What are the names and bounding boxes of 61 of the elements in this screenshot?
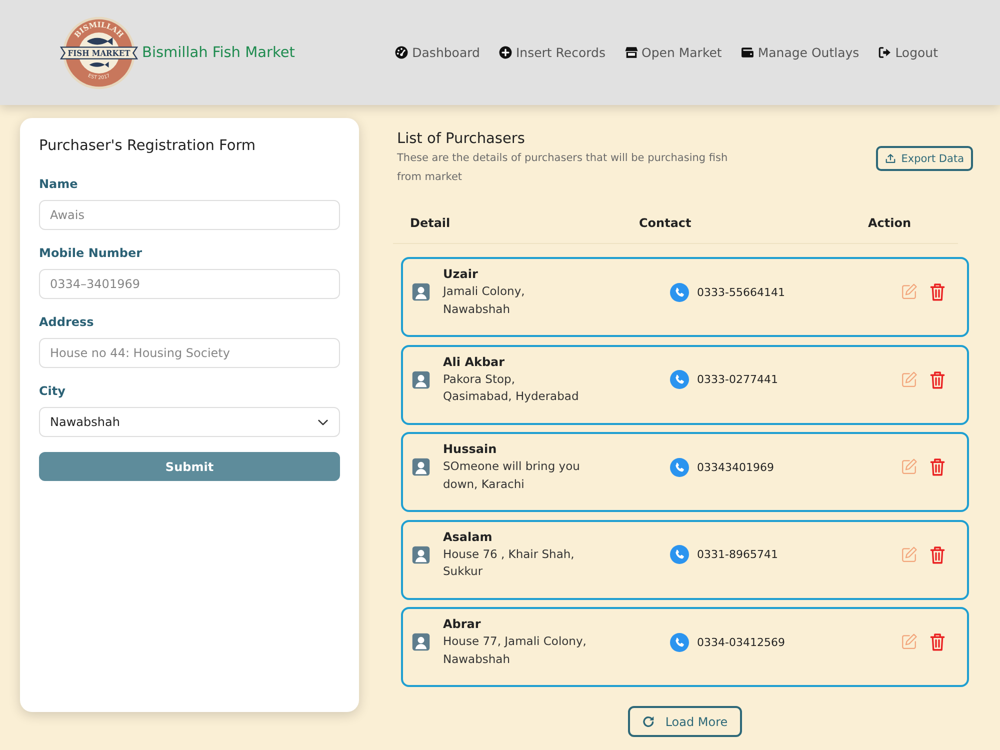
- trash-icon[interactable]: [930, 370, 945, 388]
- trash-icon[interactable]: [930, 546, 945, 564]
- upload-icon: [885, 153, 896, 164]
- purchaser-address: House 77, Jamali Colony, Nawabshah: [443, 633, 587, 668]
- trash-icon[interactable]: [930, 283, 945, 301]
- load-more-button[interactable]: Load More: [628, 706, 742, 737]
- store-icon: [624, 46, 638, 59]
- user-icon: [412, 546, 430, 564]
- purchaser-name: Uzair: [443, 266, 478, 283]
- phone-icon: [670, 545, 689, 564]
- user-icon: [412, 370, 430, 388]
- chevron-down-icon: [318, 418, 328, 426]
- purchaser-name: Abrar: [443, 616, 481, 633]
- phone-icon: [670, 282, 689, 302]
- phone-number: 0331-8965741: [697, 548, 778, 561]
- field-label: Mobile Number: [39, 245, 142, 261]
- purchaser-address: Pakora Stop, Qasimabad, Hyderabad: [443, 370, 580, 405]
- dropdown-field[interactable]: Nawabshah: [39, 407, 340, 437]
- column-header: Contact: [639, 216, 692, 230]
- input-field[interactable]: Awais: [39, 200, 340, 230]
- brand-name: Bismillah Fish Market: [142, 44, 295, 60]
- column-header: Detail: [410, 216, 450, 230]
- field-label: Name: [39, 176, 78, 192]
- export-data-button[interactable]: Export Data: [876, 146, 973, 171]
- field-label: City: [39, 383, 66, 399]
- phone-icon: [670, 458, 689, 476]
- list-subtitle: These are the details of purchasers that will be purchasing fish from market: [397, 151, 729, 185]
- phone-icon: [670, 370, 689, 389]
- phone-number: 0333-0277441: [697, 373, 778, 386]
- refresh-icon: [642, 715, 656, 728]
- user-icon: [412, 633, 430, 651]
- trash-icon[interactable]: [930, 458, 945, 476]
- gauge-icon: [395, 46, 408, 59]
- purchaser-name: Ali Akbar: [443, 354, 505, 370]
- wallet-icon: [740, 46, 754, 59]
- nav-link[interactable]: Dashboard: [395, 45, 480, 60]
- nav-link[interactable]: Logout: [878, 45, 938, 60]
- field-label: Address: [39, 314, 94, 330]
- phone-icon: [670, 632, 689, 652]
- user-icon: [412, 458, 430, 476]
- logout-icon: [878, 46, 892, 59]
- nav-link[interactable]: Open Market: [624, 45, 722, 60]
- user-icon: [412, 283, 430, 301]
- purchaser-address: House 76 , Khair Shah, Sukkur: [443, 546, 576, 580]
- purchaser-address: Jamali Colony, Nawabshah: [443, 283, 526, 318]
- nav-link[interactable]: Manage Outlays: [740, 45, 860, 60]
- phone-number: 0334-03412569: [697, 636, 785, 648]
- form-title: Purchaser's Registration Form: [39, 137, 256, 156]
- purchaser-name: Asalam: [443, 528, 492, 546]
- input-field[interactable]: House no 44: Housing Society: [39, 338, 340, 368]
- input-field[interactable]: 0334–3401969: [39, 269, 340, 299]
- submit-button[interactable]: Submit: [39, 452, 340, 481]
- trash-icon[interactable]: [930, 633, 945, 651]
- plus-circle-icon: [498, 46, 512, 59]
- nav-link[interactable]: Insert Records: [498, 45, 606, 60]
- phone-number: 0333-55664141: [697, 286, 785, 298]
- list-title: List of Purchasers: [397, 130, 525, 149]
- phone-number: 03343401969: [697, 460, 774, 474]
- purchaser-name: Hussain: [443, 441, 497, 458]
- column-header: Action: [868, 216, 912, 230]
- purchaser-address: SOmeone will bring you down, Karachi: [443, 458, 581, 492]
